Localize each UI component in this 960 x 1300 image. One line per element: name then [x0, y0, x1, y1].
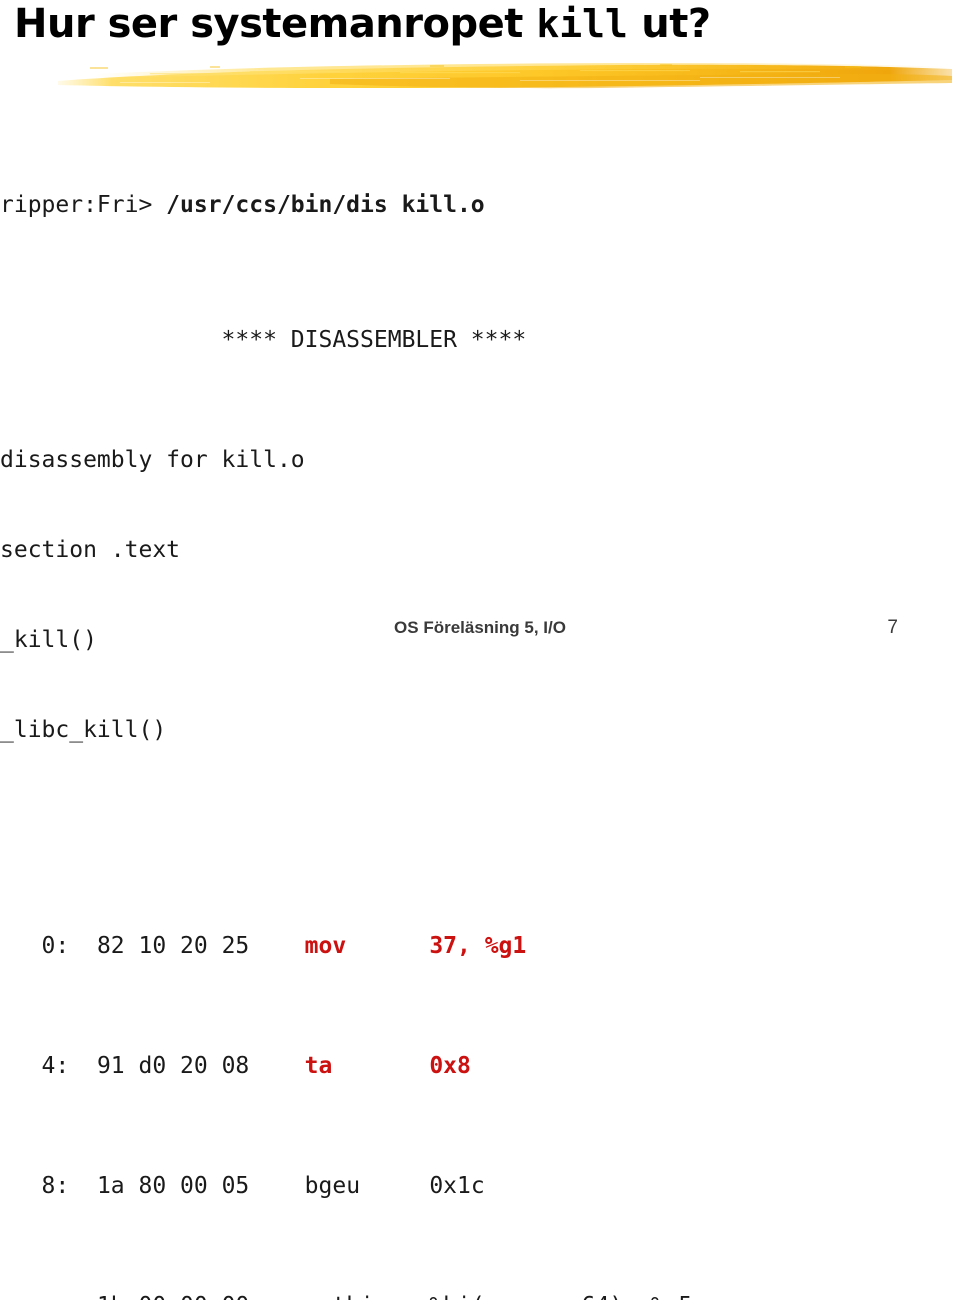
shell-prompt: ripper:Fri>	[0, 192, 167, 218]
row-operands: %hi(_cerror64), %o5	[429, 1293, 692, 1300]
footer-title: OS Föreläsning 5, I/O	[394, 618, 566, 637]
listing-row: c: 1b 00 00 00 sethi %hi(_cerror64), %o5	[0, 1291, 960, 1300]
disassembler-banner: **** DISASSEMBLER ****	[0, 327, 527, 353]
terminal-output: ripper:Fri> /usr/ccs/bin/dis kill.o ****…	[0, 100, 960, 1300]
row-bytes: 82 10 20 25	[96, 933, 250, 959]
row-address: c:	[0, 1293, 70, 1300]
row-spacer	[360, 1173, 429, 1199]
row-spacer	[332, 1053, 429, 1079]
symbol-label-libc-kill: _libc_kill()	[0, 717, 167, 743]
row-spacer	[69, 1173, 97, 1199]
row-address: 8:	[0, 1173, 70, 1199]
command-line: ripper:Fri> /usr/ccs/bin/dis kill.o	[0, 190, 960, 220]
row-address: 0:	[0, 933, 70, 959]
row-spacer	[69, 1053, 97, 1079]
header-line-0: disassembly for kill.o	[0, 447, 305, 473]
page-number: 7	[887, 617, 898, 638]
disassembly-listing: 0: 82 10 20 25 mov 37, %g1 4: 91 d0 20 0…	[0, 841, 960, 1300]
row-operands: 37, %g1	[429, 933, 527, 959]
row-mnemonic: mov	[304, 933, 347, 959]
row-spacer	[346, 933, 429, 959]
page-title-prefix: Hur ser systemanropet	[14, 1, 537, 47]
row-operands: 0x1c	[429, 1173, 485, 1199]
row-spacer	[249, 933, 304, 959]
listing-row: 4: 91 d0 20 08 ta 0x8	[0, 1051, 960, 1081]
page-title-monospace-word: kill	[536, 2, 628, 46]
header-line-1: section .text	[0, 537, 181, 563]
row-spacer	[249, 1293, 304, 1300]
row-address: 4:	[0, 1053, 70, 1079]
slide-footer: OS Föreläsning 5, I/O 7	[0, 614, 960, 642]
listing-row: 0: 82 10 20 25 mov 37, %g1	[0, 931, 960, 961]
page-title: Hur ser systemanropet kill ut?	[14, 0, 944, 50]
row-operands: 0x8	[429, 1053, 471, 1079]
row-spacer	[69, 1293, 97, 1300]
row-bytes: 91 d0 20 08	[96, 1053, 250, 1079]
row-mnemonic: ta	[304, 1053, 333, 1079]
row-mnemonic: bgeu	[304, 1173, 361, 1199]
row-spacer	[374, 1293, 429, 1300]
row-mnemonic: sethi	[305, 1293, 374, 1300]
row-bytes: 1a 80 00 05	[96, 1173, 250, 1199]
page-title-suffix: ut?	[627, 1, 711, 47]
brush-stroke-divider	[0, 55, 960, 97]
brush-stroke-icon	[58, 63, 952, 89]
row-spacer	[249, 1173, 304, 1199]
listing-row: 8: 1a 80 00 05 bgeu 0x1c	[0, 1171, 960, 1201]
row-spacer	[249, 1053, 304, 1079]
shell-command: /usr/ccs/bin/dis kill.o	[166, 192, 485, 218]
row-spacer	[69, 933, 97, 959]
row-bytes: 1b 00 00 00	[97, 1293, 249, 1300]
